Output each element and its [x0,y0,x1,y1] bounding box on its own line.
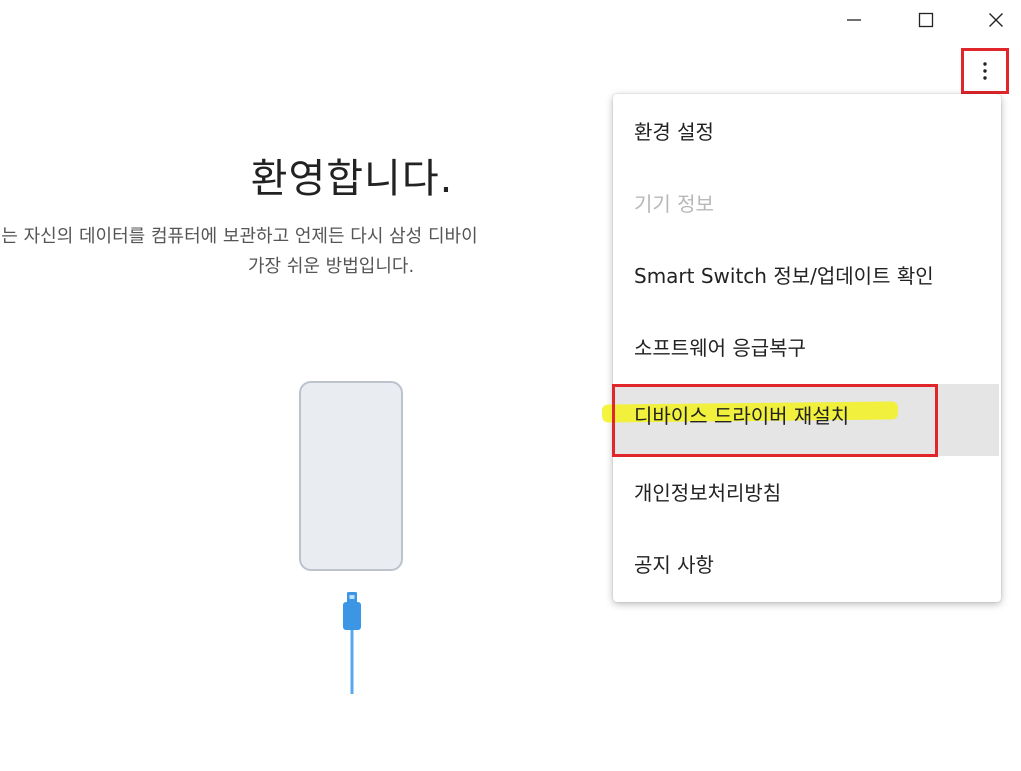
phone-illustration [299,381,403,571]
smart-switch-window: 환영합니다. ch는 자신의 데이터를 컴퓨터에 보관하고 언제든 다시 삼성 … [0,0,1021,771]
close-button[interactable] [968,0,1021,40]
menu-item-label: Smart Switch 정보/업데이트 확인 [634,263,934,288]
menu-item-label: 환경 설정 [634,119,714,144]
menu-item-privacy-policy[interactable]: 개인정보처리방침 [613,455,999,527]
minimize-button[interactable] [826,0,882,40]
more-vertical-icon [983,62,987,80]
maximize-icon [918,12,934,28]
menu-item-label: 기기 정보 [634,191,714,216]
menu-item-label: 소프트웨어 응급복구 [634,335,806,360]
menu-item-notices[interactable]: 공지 사항 [613,527,999,599]
welcome-title: 환영합니다. [250,156,454,202]
more-options-button[interactable] [961,48,1009,94]
menu-item-settings[interactable]: 환경 설정 [613,94,999,166]
menu-item-emergency-recovery[interactable]: 소프트웨어 응급복구 [613,310,999,382]
menu-item-label: 공지 사항 [634,552,714,577]
maximize-button[interactable] [898,0,954,40]
menu-item-label: 개인정보처리방침 [634,480,782,505]
usb-cable-icon [343,592,361,694]
red-box-annotation [612,384,938,457]
close-icon [989,13,1003,27]
menu-item-update-check[interactable]: Smart Switch 정보/업데이트 확인 [613,238,999,310]
options-menu: 환경 설정 기기 정보 Smart Switch 정보/업데이트 확인 소프트웨… [613,94,1001,602]
menu-item-device-info: 기기 정보 [613,166,999,238]
minimize-icon [847,19,861,21]
